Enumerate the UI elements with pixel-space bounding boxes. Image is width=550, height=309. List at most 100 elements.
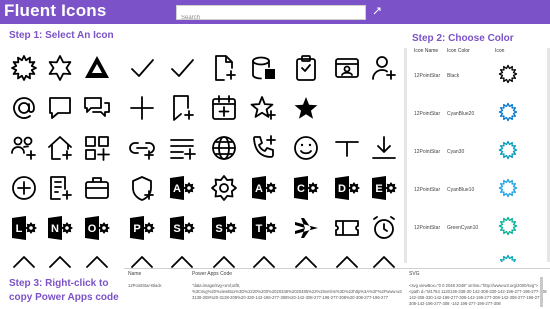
svg-text:N: N <box>51 223 59 235</box>
contact-card-icon[interactable] <box>329 50 365 86</box>
chat-multiple-icon[interactable] <box>79 90 115 126</box>
clipboard-icon[interactable] <box>288 50 324 86</box>
row-partial[interactable] <box>79 250 115 268</box>
sway-icon[interactable]: S <box>164 210 200 246</box>
ticket-icon[interactable] <box>329 210 365 246</box>
app-window: Fluent Icons Step 1: Select An Icon Step… <box>0 0 550 309</box>
gallery-scrollbar[interactable] <box>404 48 407 263</box>
doc-add-icon[interactable] <box>206 50 242 86</box>
sway-cog-icon[interactable]: S <box>206 210 242 246</box>
col-name: Name <box>128 271 142 277</box>
svg-text:O: O <box>88 223 97 235</box>
color-row-icon-name: 12PointStar <box>414 111 441 117</box>
phone-add-icon[interactable] <box>246 130 282 166</box>
row-partial[interactable] <box>164 250 200 268</box>
home-add-icon[interactable] <box>42 130 78 166</box>
color-row-color-name: Black <box>447 73 460 79</box>
star-12-icon <box>498 216 518 236</box>
star-outline-add-icon[interactable] <box>246 90 282 126</box>
svg-text:A: A <box>255 183 263 195</box>
people-add-icon[interactable] <box>6 130 42 166</box>
chat-icon[interactable] <box>42 90 78 126</box>
star-12-icon[interactable] <box>6 50 42 86</box>
database-icon[interactable] <box>246 50 282 86</box>
briefcase-add-icon[interactable] <box>79 170 115 206</box>
row-partial[interactable] <box>42 250 78 268</box>
settings-icon[interactable] <box>206 170 242 206</box>
svg-text:S: S <box>173 223 180 235</box>
onenote-icon[interactable]: N <box>42 210 78 246</box>
row-partial[interactable] <box>246 250 282 268</box>
shield-add-icon[interactable] <box>124 170 160 206</box>
access-icon[interactable]: A <box>246 170 282 206</box>
color-row[interactable]: 12PointStar CyanBlue20 <box>412 94 550 132</box>
color-row[interactable]: 12PointStar Cyan30 <box>412 132 550 170</box>
step3-line2: copy Power Apps code <box>9 292 119 303</box>
powerapps-code-value[interactable]: "data:image/svg+xml;utf8, %3Csvg%20%view… <box>192 283 402 309</box>
clear-search-icon[interactable] <box>372 6 382 16</box>
color-row[interactable]: 12PointStar Black <box>412 56 550 94</box>
cortana-icon[interactable]: C <box>288 170 324 206</box>
svg-code-value[interactable]: <svg viewBox="0 0 2048 2048" xmlns="http… <box>409 283 547 309</box>
svg-text:E: E <box>375 183 382 195</box>
emoji-icon[interactable] <box>288 130 324 166</box>
row-partial[interactable] <box>288 250 324 268</box>
code-name-value[interactable]: 12PointStar-Black <box>128 283 188 289</box>
col-code: Power Apps Code <box>192 271 233 277</box>
step2-label: Step 2: Choose Color <box>412 33 514 44</box>
code-scrollbar[interactable] <box>540 277 543 307</box>
color-row[interactable]: 12PointStar CyanBlue10 <box>412 170 550 208</box>
grid-add-icon[interactable] <box>79 130 115 166</box>
add-icon[interactable] <box>124 90 160 126</box>
color-row-color-name: CyanBlue10 <box>447 187 475 193</box>
step3-label: Step 3: Right-click to copy Power Apps c… <box>9 277 119 305</box>
minus-bar-icon[interactable] <box>329 130 365 166</box>
list-box-add-icon[interactable] <box>42 170 78 206</box>
step3-line1: Step 3: Right-click to <box>9 278 109 289</box>
color-gallery: Icon Name Icon Color Icon 12PointStar Bla… <box>412 48 550 262</box>
checkmark-icon[interactable] <box>124 50 160 86</box>
color-row-color-name: GreenCyan10 <box>447 225 479 231</box>
star-12-icon <box>498 64 518 84</box>
star-6-icon[interactable] <box>42 50 78 86</box>
teams-icon[interactable]: T <box>246 210 282 246</box>
row-partial[interactable] <box>206 250 242 268</box>
azure-devops-icon[interactable] <box>79 50 115 86</box>
circle-add-icon[interactable] <box>6 170 42 206</box>
star-filled-icon[interactable] <box>288 90 324 126</box>
airplane-icon[interactable] <box>288 210 324 246</box>
outlook-icon[interactable]: O <box>79 210 115 246</box>
d-app-icon[interactable]: D <box>329 170 365 206</box>
header-bar: Fluent Icons <box>0 0 550 25</box>
link-add-icon[interactable] <box>124 130 160 166</box>
globe-add-icon[interactable] <box>206 130 242 166</box>
row-partial[interactable] <box>366 250 402 268</box>
list-add-icon[interactable] <box>164 130 200 166</box>
bookmark-add-icon[interactable] <box>164 90 200 126</box>
col-icon-name: Icon Name <box>414 48 439 54</box>
arrow-down-bar-icon[interactable] <box>366 130 402 166</box>
access-icon[interactable]: A <box>164 170 200 206</box>
at-icon[interactable] <box>6 90 42 126</box>
row-partial[interactable] <box>6 250 42 268</box>
alarm-icon[interactable] <box>366 210 402 246</box>
e-app-icon[interactable]: E <box>366 170 402 206</box>
step1-label: Step 1: Select An Icon <box>9 30 114 41</box>
powerpoint-icon[interactable]: P <box>124 210 160 246</box>
checkmark-icon[interactable] <box>164 50 200 86</box>
color-row-icon-name: 12PointStar <box>414 187 441 193</box>
color-row[interactable]: 12PointStar GreenCyan10 <box>412 208 550 246</box>
search-box[interactable] <box>176 5 366 25</box>
search-input[interactable] <box>177 11 365 25</box>
lync-icon[interactable]: L <box>6 210 42 246</box>
color-row-icon-name: 12PointStar <box>414 73 441 79</box>
person-add-icon[interactable] <box>366 50 402 86</box>
star-12-icon <box>499 254 517 262</box>
color-row-color-name: Cyan30 <box>447 149 465 155</box>
star-12-icon <box>498 140 518 160</box>
row-partial[interactable] <box>124 250 160 268</box>
color-row[interactable]: 12PointStarCyan10 <box>412 246 550 262</box>
calendar-add-icon[interactable] <box>206 90 242 126</box>
row-partial[interactable] <box>329 250 365 268</box>
star-12-icon <box>498 102 518 122</box>
